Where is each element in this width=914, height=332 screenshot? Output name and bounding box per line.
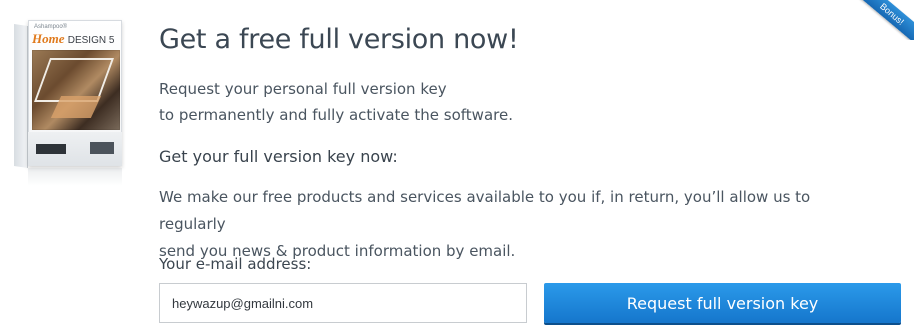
product-name-script: Home [32, 31, 65, 46]
os-badge [36, 144, 66, 154]
intro-line-2: to permanently and fully activate the so… [159, 106, 513, 124]
email-label: Your e-mail address: [159, 255, 312, 273]
page-title: Get a free full version now! [159, 24, 519, 55]
product-render-image [32, 50, 120, 130]
consent-line-1: We make our free products and services a… [159, 188, 811, 233]
product-box-image: Ashampoo® Home DESIGN 5 [14, 20, 122, 186]
product-title: Home DESIGN 5 [32, 31, 114, 47]
intro-text: Request your personal full version key t… [159, 76, 513, 128]
corner-ribbon: Bonus! [854, 0, 914, 40]
section-heading: Get your full version key now: [159, 147, 398, 166]
product-box-reflection [28, 168, 122, 186]
ribbon-label: Bonus! [854, 0, 914, 40]
consent-text: We make our free products and services a… [159, 184, 879, 265]
product-box-footer [28, 132, 122, 166]
brand-badge [90, 142, 114, 154]
email-field[interactable] [159, 283, 527, 323]
product-box-side [14, 24, 28, 168]
intro-line-1: Request your personal full version key [159, 80, 447, 98]
product-box-front: Ashampoo® Home DESIGN 5 [28, 20, 122, 166]
request-key-button[interactable]: Request full version key [544, 283, 901, 323]
product-name-main: DESIGN 5 [67, 35, 115, 46]
product-brand: Ashampoo® [34, 24, 68, 30]
render-floor [50, 96, 102, 118]
